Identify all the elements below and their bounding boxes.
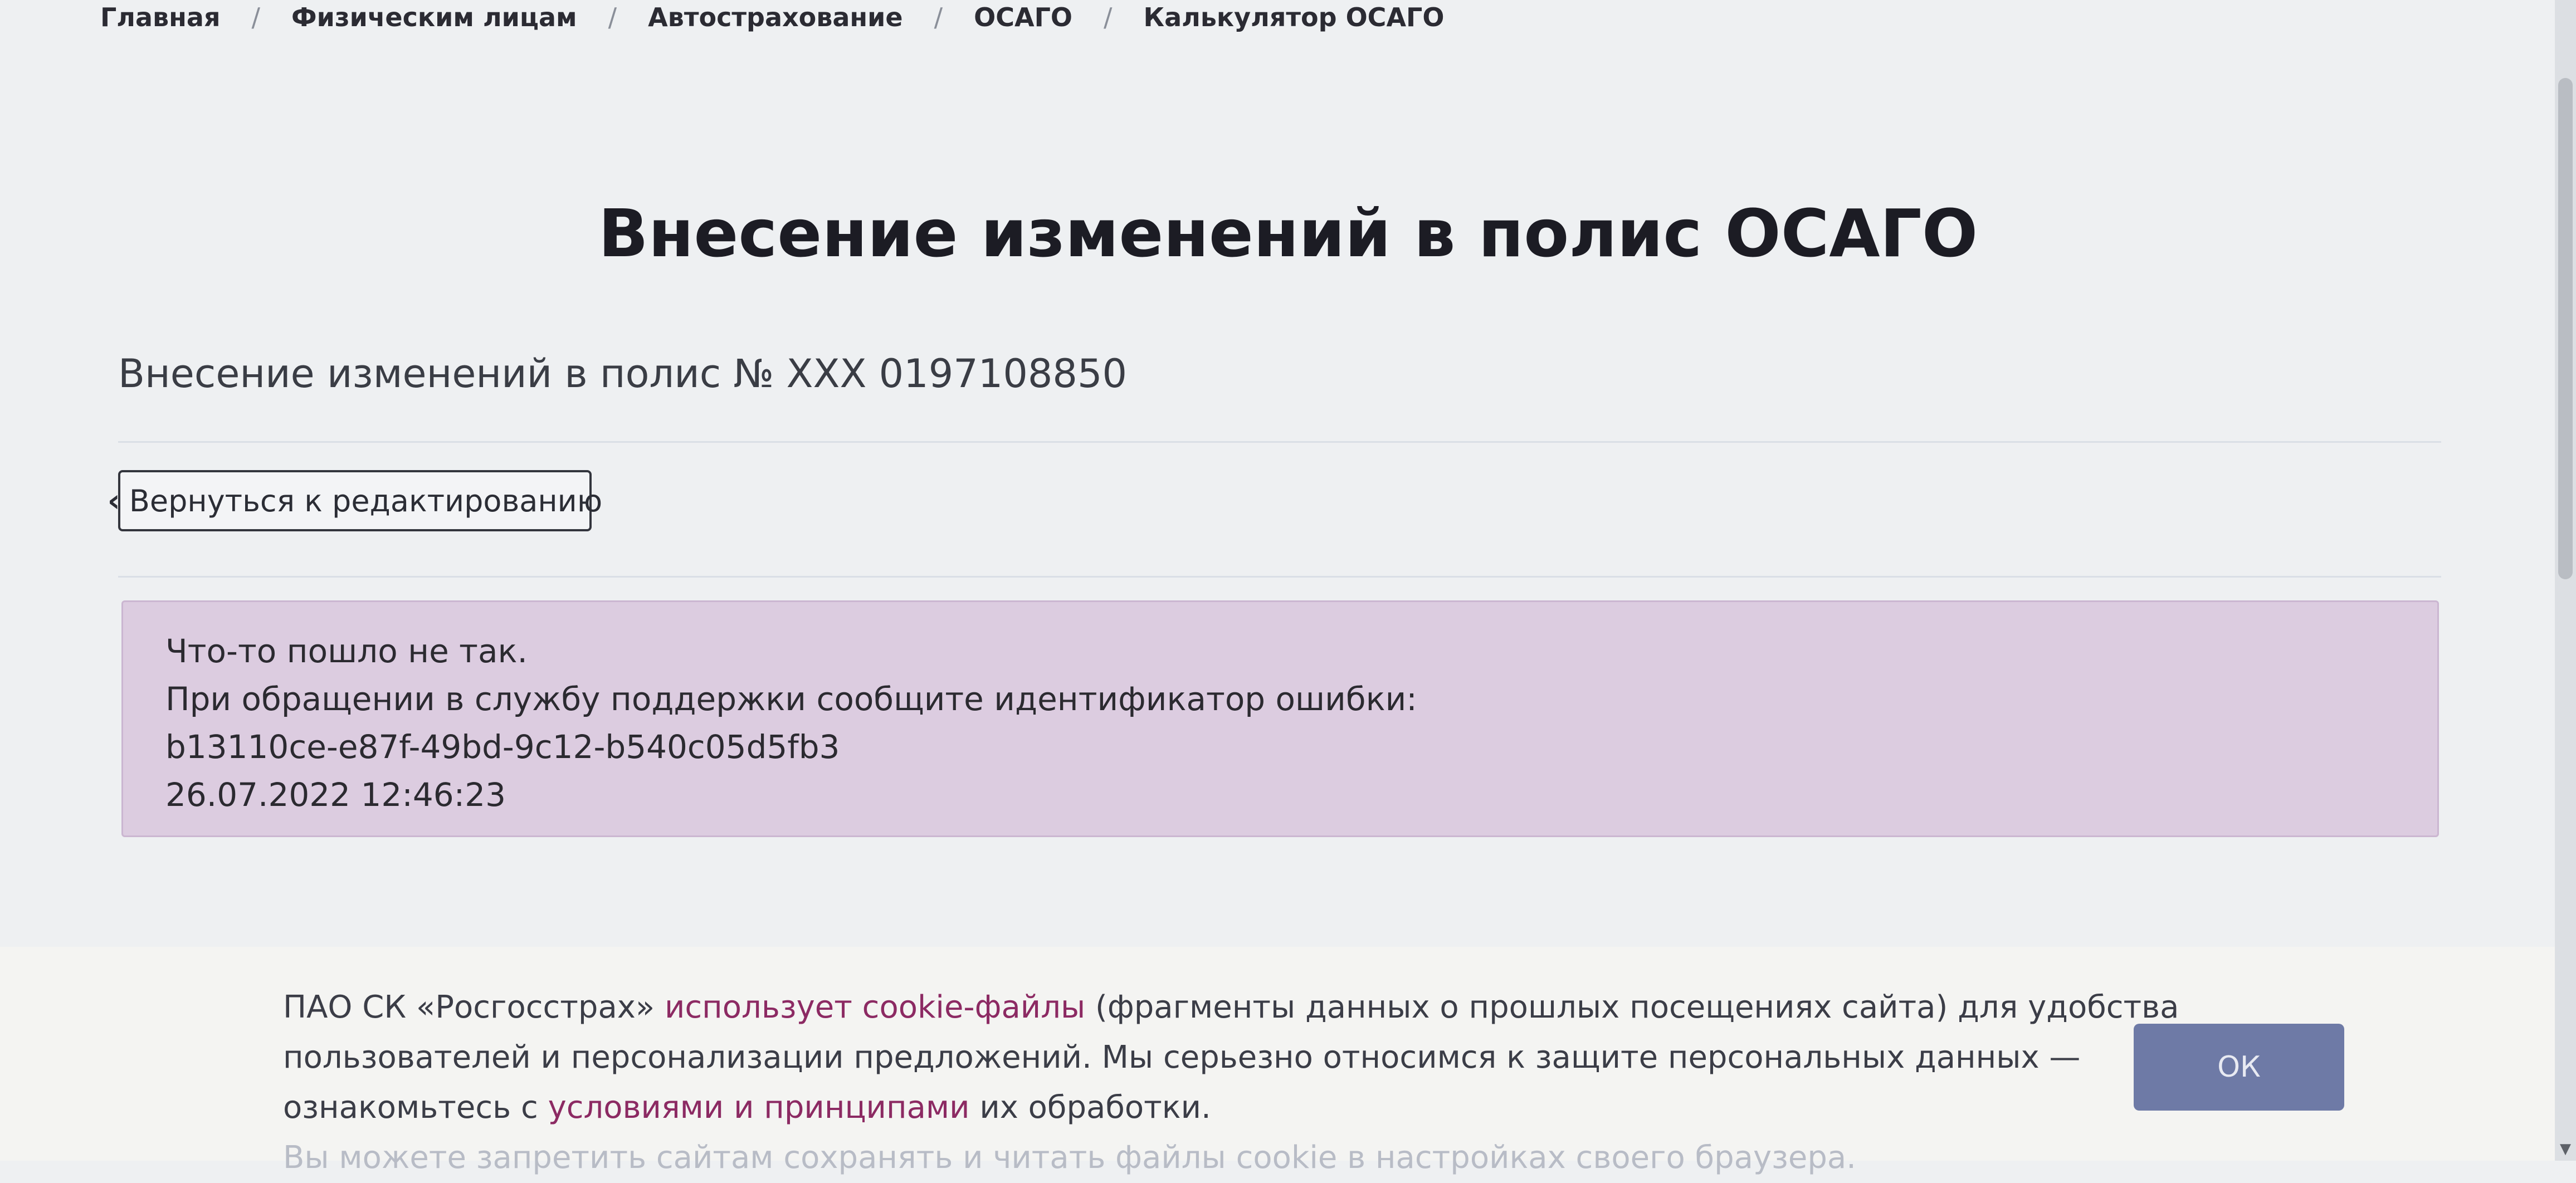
divider: [118, 576, 2441, 578]
error-instruction: При обращении в службу поддержки сообщит…: [165, 680, 1417, 718]
error-id: b13110ce-e87f-49bd-9c12-b540c05d5fb3: [165, 728, 840, 766]
breadcrumb-item-home[interactable]: Главная: [100, 2, 221, 32]
scrollbar[interactable]: ▼: [2555, 0, 2576, 1161]
breadcrumb-separator: /: [608, 2, 617, 32]
error-message: Что-то пошло не так.: [165, 632, 528, 670]
error-alert: Что-то пошло не так. При обращении в слу…: [121, 600, 2439, 837]
cookie-text-part: ПАО СК «Росгосстрах»: [283, 989, 665, 1025]
policy-subtitle: Внесение изменений в полис № XXX 0197108…: [118, 351, 1128, 397]
cookie-banner: ПАО СК «Росгосстрах» использует cookie-ф…: [0, 947, 2576, 1176]
error-timestamp: 26.07.2022 12:46:23: [165, 776, 506, 814]
breadcrumb-separator: /: [251, 2, 261, 32]
cookie-line-4: Вы можете запретить сайтам сохранять и ч…: [283, 1140, 1856, 1176]
breadcrumb-separator: /: [1104, 2, 1113, 32]
breadcrumb: Главная / Физическим лицам / Автострахов…: [100, 2, 1444, 32]
cookie-files-link[interactable]: использует cookie-файлы: [665, 989, 1085, 1025]
cookie-text-part: их обработки.: [969, 1089, 1211, 1126]
breadcrumb-separator: /: [934, 2, 943, 32]
cookie-line-3: ознакомьтесь с условиями и принципами их…: [283, 1083, 2066, 1133]
terms-and-principles-link[interactable]: условиями и принципами: [548, 1089, 970, 1126]
cookie-text-part: (фрагменты данных о прошлых посещениях с…: [1085, 989, 2179, 1025]
cookie-ok-button[interactable]: ОК: [2134, 1024, 2344, 1111]
page-title: Внесение изменений в полис ОСАГО: [598, 195, 1978, 272]
breadcrumb-item-calculator: Калькулятор ОСАГО: [1143, 2, 1445, 32]
breadcrumb-item-osago[interactable]: ОСАГО: [974, 2, 1072, 32]
scroll-down-icon[interactable]: ▼: [2555, 1141, 2576, 1157]
cookie-text: ПАО СК «Росгосстрах» использует cookie-ф…: [283, 982, 2179, 1183]
divider: [118, 441, 2441, 443]
cookie-text-part: ознакомьтесь с: [283, 1089, 548, 1126]
chevron-left-icon: ‹: [107, 482, 120, 519]
back-button-label: Вернуться к редактированию: [129, 483, 603, 519]
cookie-line-2: пользователей и персонализации предложен…: [283, 1039, 2081, 1076]
breadcrumb-item-individuals[interactable]: Физическим лицам: [291, 2, 577, 32]
breadcrumb-item-auto-insurance[interactable]: Автострахование: [648, 2, 903, 32]
cookie-line-1: ПАО СК «Росгосстрах» использует cookie-ф…: [283, 982, 2179, 1033]
scrollbar-thumb[interactable]: [2558, 78, 2573, 579]
back-to-editing-button[interactable]: ‹ Вернуться к редактированию: [108, 470, 602, 531]
